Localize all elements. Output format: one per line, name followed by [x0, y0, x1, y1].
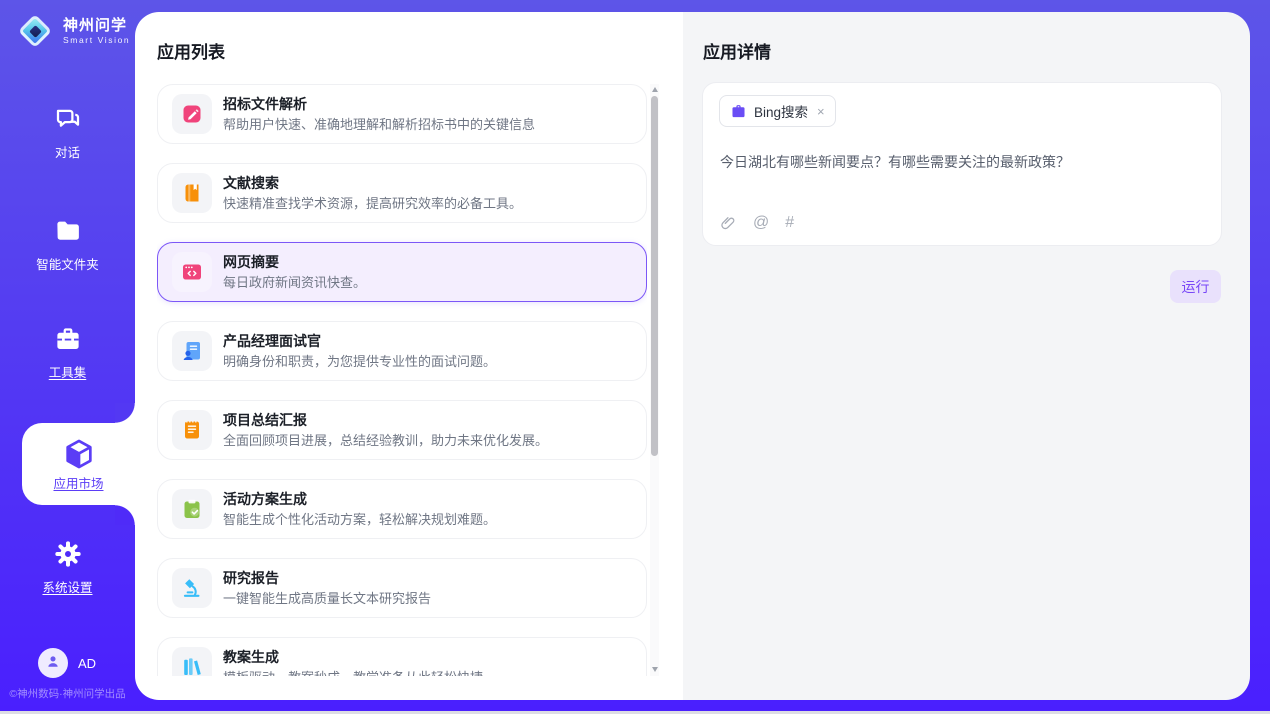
book-icon — [180, 181, 204, 205]
sidebar-item-toolset[interactable]: 工具集 — [0, 324, 135, 381]
gear-icon — [0, 539, 135, 571]
tab-curve-bottom — [115, 505, 135, 525]
report-note-icon — [180, 418, 204, 442]
app-card-desc: 智能生成个性化活动方案，轻松解决规划难题。 — [223, 511, 496, 528]
user-initials: AD — [78, 656, 96, 671]
content-area: 应用列表 招标文件解析 帮助用户快速、准确地理解和解析招标书中的关键信息 文献搜… — [135, 12, 1250, 700]
user-account[interactable]: AD — [38, 648, 96, 678]
edit-doc-icon — [180, 102, 204, 126]
brand-name: 神州问学 — [63, 17, 130, 34]
avatar — [38, 648, 68, 678]
app-card-lesson-plan[interactable]: 教案生成 模板驱动，教案秒成，教学准备从此轻松快捷 — [157, 637, 647, 676]
app-card-desc: 帮助用户快速、准确地理解和解析招标书中的关键信息 — [223, 116, 535, 133]
sidebar: 神州问学 Smart Vision 对话 智能文件夹 工具集 应用市场 系统设置… — [0, 0, 135, 711]
tool-tag-bing-search[interactable]: Bing搜索 × — [719, 95, 836, 127]
attachment-toolbar: @ # — [719, 214, 794, 232]
app-card-title: 招标文件解析 — [223, 95, 535, 113]
app-card-desc: 快速精准查找学术资源，提高研究效率的必备工具。 — [223, 195, 522, 212]
app-card-title: 教案生成 — [223, 648, 483, 666]
mention-at-icon[interactable]: @ — [753, 214, 769, 232]
paperclip-icon[interactable] — [719, 214, 737, 232]
app-detail-panel: 应用详情 Bing搜索 × 今日湖北有哪些新闻要点？有哪些需要关注的最新政策？ … — [683, 12, 1250, 700]
app-card-bid-doc-parse[interactable]: 招标文件解析 帮助用户快速、准确地理解和解析招标书中的关键信息 — [157, 84, 647, 144]
interview-icon — [180, 339, 204, 363]
sidebar-item-smart-folders[interactable]: 智能文件夹 — [0, 216, 135, 273]
app-card-literature-search[interactable]: 文献搜索 快速精准查找学术资源，提高研究效率的必备工具。 — [157, 163, 647, 223]
scrollbar-thumb[interactable] — [651, 96, 658, 456]
app-card-desc: 每日政府新闻资讯快查。 — [223, 274, 366, 291]
app-window: 神州问学 Smart Vision 对话 智能文件夹 工具集 应用市场 系统设置… — [0, 0, 1270, 714]
books-icon — [180, 655, 204, 676]
tab-curve-top — [115, 403, 135, 423]
prompt-input[interactable]: Bing搜索 × 今日湖北有哪些新闻要点？有哪些需要关注的最新政策？ @ # — [702, 82, 1222, 246]
brand-logo[interactable]: 神州问学 Smart Vision — [16, 12, 130, 50]
cube-icon — [22, 437, 135, 469]
briefcase-icon — [730, 103, 747, 120]
query-text: 今日湖北有哪些新闻要点？有哪些需要关注的最新政策？ — [720, 152, 1205, 172]
app-card-pm-interviewer[interactable]: 产品经理面试官 明确身份和职责，为您提供专业性的面试问题。 — [157, 321, 647, 381]
scroll-down-icon[interactable] — [650, 664, 659, 676]
person-icon — [44, 652, 62, 675]
sidebar-item-app-market[interactable]: 应用市场 — [22, 423, 135, 505]
microscope-icon — [180, 576, 204, 600]
tool-tag-label: Bing搜索 — [754, 101, 808, 121]
hash-icon[interactable]: # — [785, 214, 794, 232]
app-card-title: 产品经理面试官 — [223, 332, 496, 350]
app-card-project-summary[interactable]: 项目总结汇报 全面回顾项目进展，总结经验教训，助力未来优化发展。 — [157, 400, 647, 460]
tag-close-icon[interactable]: × — [817, 105, 825, 118]
app-card-research-report[interactable]: 研究报告 一键智能生成高质量长文本研究报告 — [157, 558, 647, 618]
toolbox-icon — [0, 324, 135, 356]
browser-code-icon — [180, 260, 204, 284]
app-list-title: 应用列表 — [157, 38, 225, 63]
copyright-text: ©神州数码·神州问学出品 — [0, 686, 135, 701]
app-detail-title: 应用详情 — [703, 38, 771, 63]
app-card-title: 活动方案生成 — [223, 490, 496, 508]
app-card-title: 网页摘要 — [223, 253, 366, 271]
app-card-web-summary[interactable]: 网页摘要 每日政府新闻资讯快查。 — [157, 242, 647, 302]
app-card-event-plan[interactable]: 活动方案生成 智能生成个性化活动方案，轻松解决规划难题。 — [157, 479, 647, 539]
app-card-desc: 一键智能生成高质量长文本研究报告 — [223, 590, 431, 607]
folder-icon — [0, 216, 135, 248]
sidebar-item-chat[interactable]: 对话 — [0, 104, 135, 161]
app-list-panel: 应用列表 招标文件解析 帮助用户快速、准确地理解和解析招标书中的关键信息 文献搜… — [135, 12, 683, 700]
app-card-desc: 全面回顾项目进展，总结经验教训，助力未来优化发展。 — [223, 432, 548, 449]
app-card-title: 文献搜索 — [223, 174, 522, 192]
scrollbar[interactable] — [650, 84, 659, 676]
sidebar-item-settings[interactable]: 系统设置 — [0, 539, 135, 596]
brand-subtitle: Smart Vision — [63, 35, 130, 45]
chat-icon — [0, 104, 135, 136]
scroll-up-icon[interactable] — [650, 84, 659, 96]
diamond-logo-icon — [16, 12, 54, 50]
clipboard-check-icon — [180, 497, 204, 521]
app-card-desc: 明确身份和职责，为您提供专业性的面试问题。 — [223, 353, 496, 370]
app-card-title: 研究报告 — [223, 569, 431, 587]
app-card-desc: 模板驱动，教案秒成，教学准备从此轻松快捷 — [223, 669, 483, 676]
app-list: 招标文件解析 帮助用户快速、准确地理解和解析招标书中的关键信息 文献搜索 快速精… — [157, 84, 647, 676]
run-button[interactable]: 运行 — [1170, 270, 1221, 303]
app-card-title: 项目总结汇报 — [223, 411, 548, 429]
